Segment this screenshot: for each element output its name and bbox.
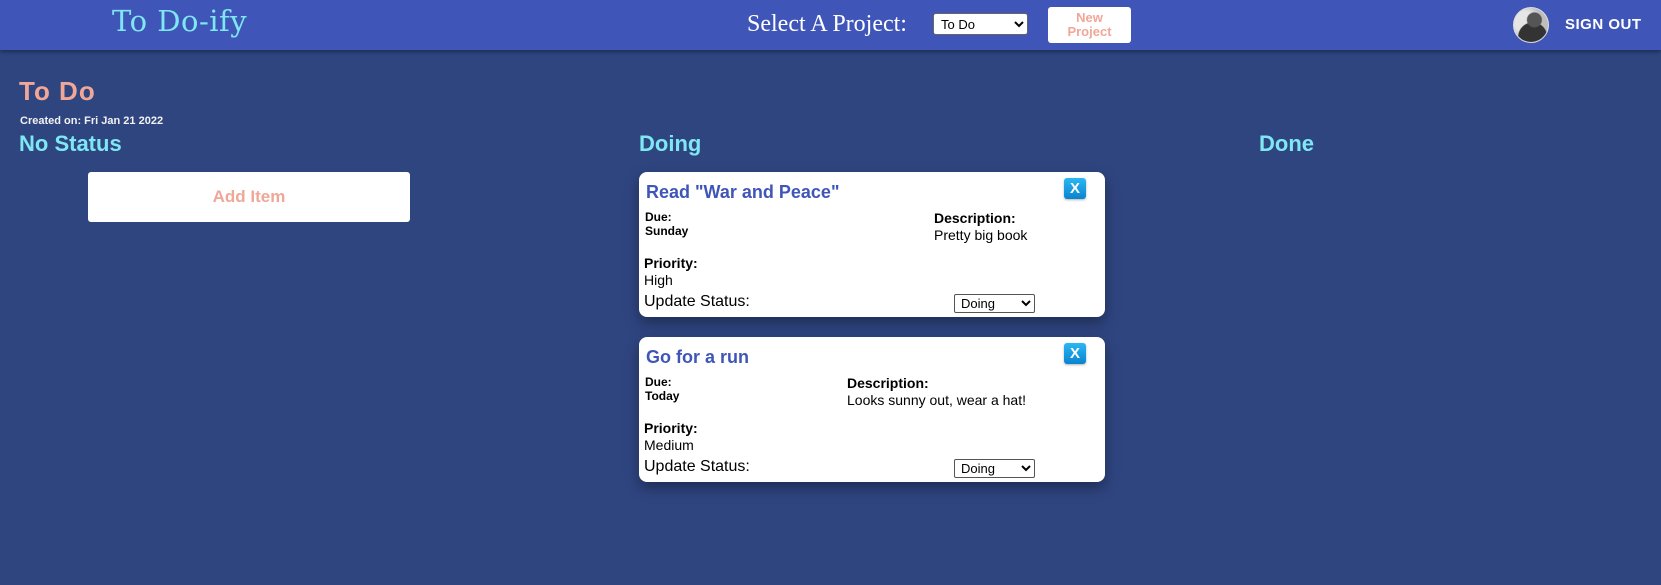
new-project-button[interactable]: New Project bbox=[1048, 7, 1131, 43]
due-label: Due: bbox=[645, 375, 672, 389]
new-project-label: New Project bbox=[1067, 10, 1112, 39]
column-heading-done: Done bbox=[1259, 131, 1314, 156]
task-card: Go for a run X Due: Today Description: L… bbox=[639, 337, 1105, 482]
description-value: Pretty big book bbox=[934, 227, 1028, 243]
due-value: Sunday bbox=[645, 224, 689, 238]
priority-value: High bbox=[644, 272, 673, 288]
update-status-select[interactable]: Doing bbox=[954, 294, 1035, 313]
task-card: Read "War and Peace" X Due: Sunday Descr… bbox=[639, 172, 1105, 317]
column-heading-doing: Doing bbox=[639, 131, 702, 156]
update-status-label: Update Status: bbox=[644, 293, 750, 310]
delete-task-button[interactable]: X bbox=[1064, 178, 1086, 199]
task-title: Go for a run bbox=[646, 347, 749, 367]
app-logo[interactable]: To Do-ify bbox=[112, 4, 247, 38]
task-title: Read "War and Peace" bbox=[646, 182, 840, 202]
due-value: Today bbox=[645, 389, 680, 403]
due-label: Due: bbox=[645, 210, 672, 224]
project-select[interactable]: To Do bbox=[933, 13, 1028, 35]
project-title: To Do bbox=[19, 76, 96, 106]
priority-label: Priority: bbox=[644, 255, 698, 271]
priority-value: Medium bbox=[644, 437, 694, 453]
description-value: Looks sunny out, wear a hat! bbox=[847, 392, 1026, 408]
add-item-button[interactable]: Add Item bbox=[88, 172, 410, 222]
update-status-select[interactable]: Doing bbox=[954, 459, 1035, 478]
user-avatar[interactable] bbox=[1513, 7, 1549, 43]
description-label: Description: bbox=[847, 375, 929, 391]
sign-out-button[interactable]: SIGN OUT bbox=[1565, 16, 1642, 33]
column-heading-no-status: No Status bbox=[19, 131, 122, 156]
update-status-label: Update Status: bbox=[644, 458, 750, 475]
top-navbar: To Do-ify Select A Project: To Do New Pr… bbox=[0, 0, 1661, 50]
priority-label: Priority: bbox=[644, 420, 698, 436]
delete-task-button[interactable]: X bbox=[1064, 343, 1086, 364]
project-created-date: Created on: Fri Jan 21 2022 bbox=[20, 115, 164, 127]
project-select-label: Select A Project: bbox=[747, 11, 907, 37]
description-label: Description: bbox=[934, 210, 1016, 226]
